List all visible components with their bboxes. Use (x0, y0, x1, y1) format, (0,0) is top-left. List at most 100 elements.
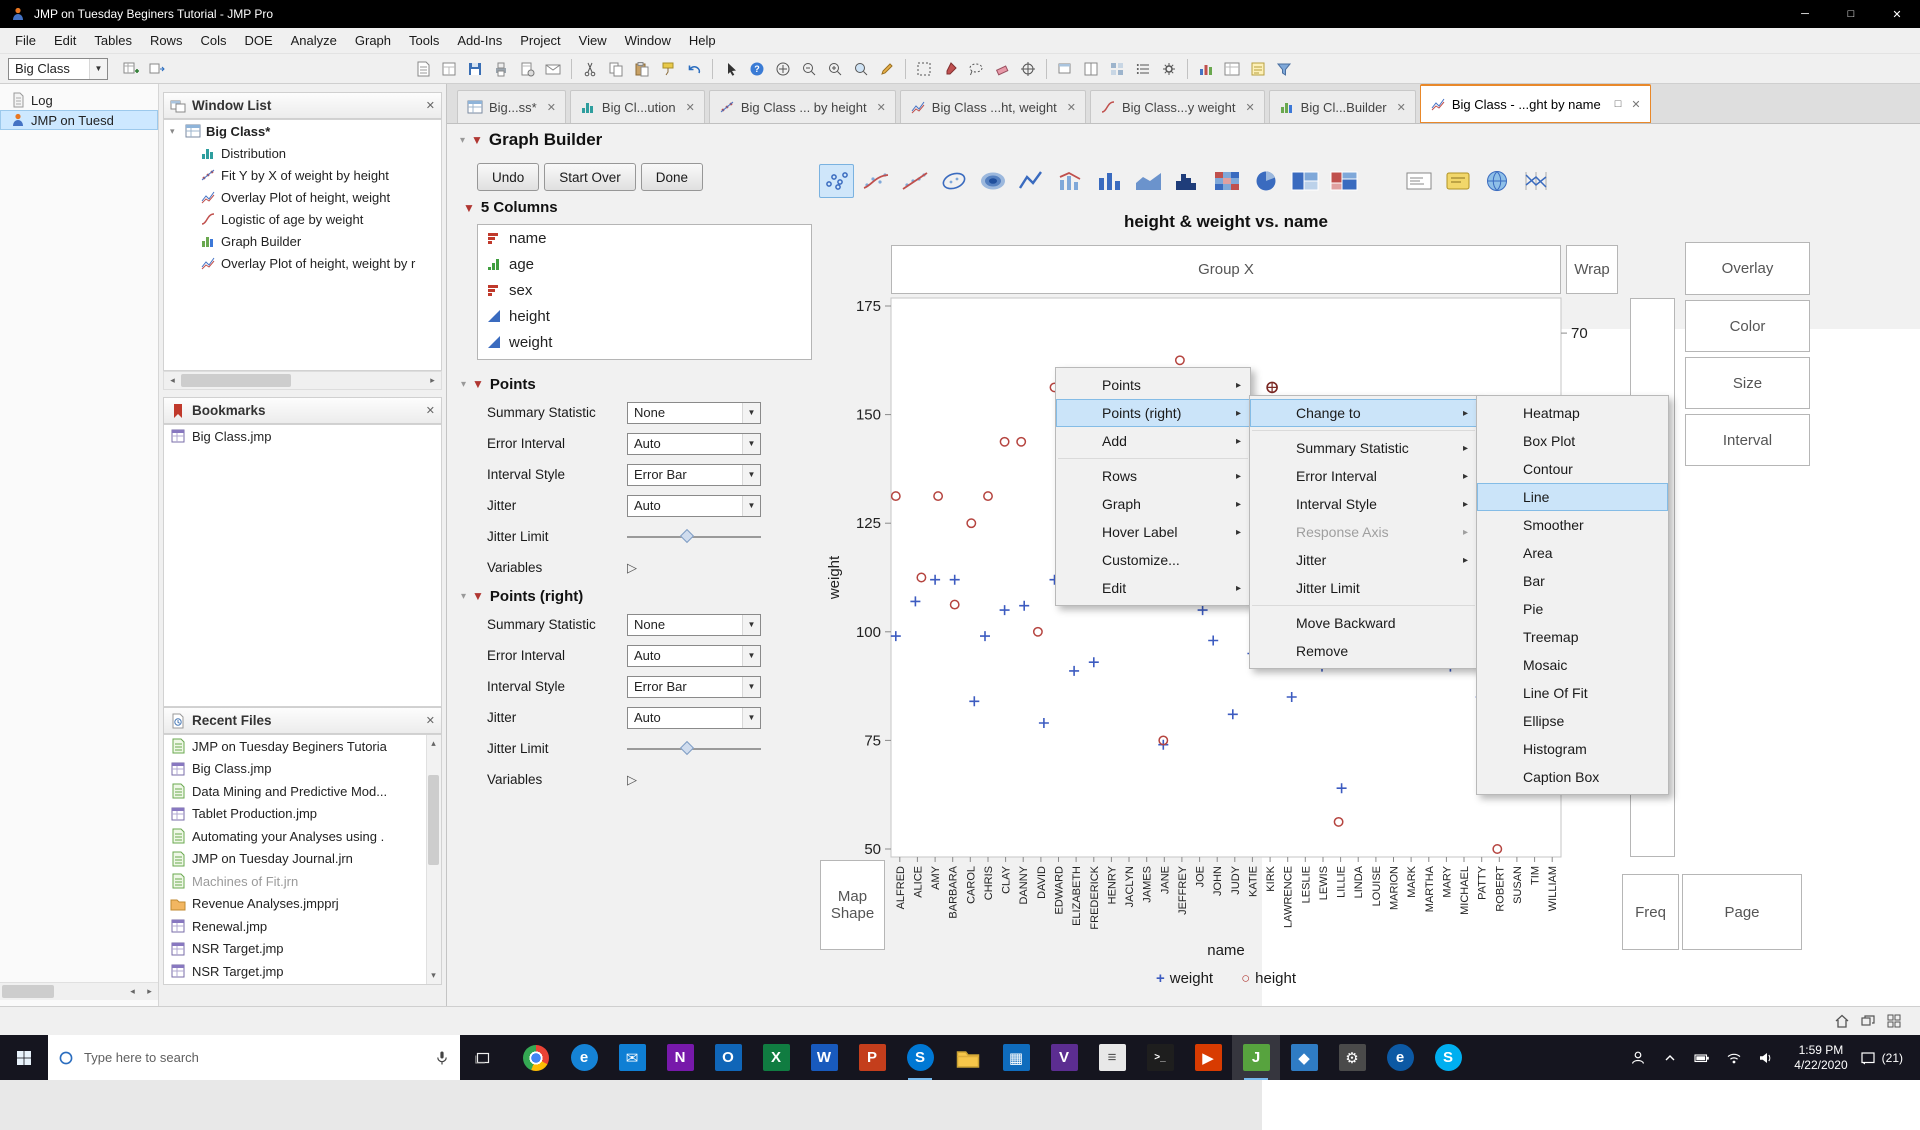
menu-graph[interactable]: Graph (346, 28, 400, 53)
taskbar-app-paint[interactable]: ◆ (1280, 1035, 1328, 1080)
table-view-button[interactable] (1220, 57, 1244, 81)
taskbar-app-word[interactable]: W (800, 1035, 848, 1080)
close-button[interactable]: ✕ (1874, 0, 1920, 28)
column-name[interactable]: name (478, 225, 811, 251)
menu-item-change-to[interactable]: Change to ▸ (1250, 399, 1477, 427)
chart-button[interactable] (1194, 57, 1218, 81)
red-triangle-menu-icon[interactable]: ▼ (472, 589, 484, 603)
scroll-left-icon[interactable]: ◂ (124, 983, 141, 1000)
close-icon[interactable]: ✕ (686, 101, 695, 114)
palette-points[interactable] (819, 164, 854, 198)
journal-button[interactable] (411, 57, 435, 81)
taskbar-app-media-player[interactable]: ▶ (1184, 1035, 1232, 1080)
menu-item-mosaic[interactable]: Mosaic (1477, 651, 1668, 679)
undo-button[interactable]: Undo (477, 163, 540, 191)
zone-page[interactable]: Page (1682, 874, 1802, 950)
menu-item-customize[interactable]: Customize... (1056, 546, 1250, 574)
taskbar-clock[interactable]: 1:59 PM 4/22/2020 (1782, 1043, 1859, 1073)
zone-freq[interactable]: Freq (1622, 874, 1679, 950)
taskbar-search[interactable]: Type here to search (48, 1035, 460, 1080)
scrollbar-thumb[interactable] (181, 374, 291, 387)
split-button[interactable] (1079, 57, 1103, 81)
layout-grid-icon[interactable] (1886, 1013, 1902, 1029)
red-triangle-menu-icon[interactable]: ▼ (471, 133, 483, 147)
add-rows-button[interactable] (119, 57, 143, 81)
crosshair-button[interactable] (1016, 57, 1040, 81)
window-list-item-distribution[interactable]: Distribution (164, 142, 441, 164)
taskbar-app-settings[interactable]: ⚙ (1328, 1035, 1376, 1080)
summary-statistic-select[interactable]: None ▼ (627, 401, 761, 424)
menu-help[interactable]: Help (680, 28, 725, 53)
palette-area[interactable] (1131, 164, 1166, 198)
matrix-button[interactable] (1105, 57, 1129, 81)
menu-add-ins[interactable]: Add-Ins (448, 28, 511, 53)
menu-item-remove[interactable]: Remove (1250, 637, 1477, 665)
scroll-down-icon[interactable]: ▾ (425, 967, 441, 984)
zoom-out-button[interactable] (797, 57, 821, 81)
menu-item-contour[interactable]: Contour (1477, 455, 1668, 483)
minimize-button[interactable]: ─ (1782, 0, 1828, 28)
taskbar-app-chrome[interactable] (512, 1035, 560, 1080)
close-icon[interactable]: ✕ (877, 101, 886, 114)
menu-item-pie[interactable]: Pie (1477, 595, 1668, 623)
disclosure-icon[interactable]: ▾ (461, 379, 466, 390)
expander-icon[interactable]: ▷ (627, 560, 637, 576)
menu-item-hover-label[interactable]: Hover Label ▸ (1056, 518, 1250, 546)
slider-thumb[interactable] (680, 740, 695, 755)
palette-caption-box[interactable] (1401, 164, 1436, 198)
network-icon[interactable] (1718, 1050, 1750, 1066)
chevron-up-icon[interactable] (1654, 1050, 1686, 1066)
recent-file-machines-of-fit-jrn[interactable]: Machines of Fit.jrn (164, 870, 441, 893)
recent-file-data-mining-and-predictive-mod[interactable]: Data Mining and Predictive Mod... (164, 780, 441, 803)
menu-item-line[interactable]: Line (1477, 483, 1668, 511)
palette-line-of-fit[interactable] (897, 164, 932, 198)
recent-file-nsr-target-jmp[interactable]: NSR Target.jmp (164, 960, 441, 983)
taskbar-app-skype[interactable]: S (896, 1035, 944, 1080)
palette-bar[interactable] (1092, 164, 1127, 198)
menu-item-heatmap[interactable]: Heatmap (1477, 399, 1668, 427)
recent-file-revenue-analyses-jmpprj[interactable]: Revenue Analyses.jmpprj (164, 893, 441, 916)
copy-button[interactable] (604, 57, 628, 81)
palette-line[interactable] (1014, 164, 1049, 198)
tab-big-cl-ution[interactable]: Big Cl...ution ✕ (569, 90, 705, 123)
taskbar-app-skype-business[interactable]: S (1424, 1035, 1472, 1080)
menu-item-add[interactable]: Add ▸ (1056, 427, 1250, 455)
home-icon[interactable] (1834, 1013, 1850, 1029)
undo-button[interactable] (682, 57, 706, 81)
menu-item-move-backward[interactable]: Move Backward (1250, 609, 1477, 637)
zone-color[interactable]: Color (1685, 300, 1810, 352)
palette-heatmap[interactable] (1209, 164, 1244, 198)
tab-big-cl-builder[interactable]: Big Cl...Builder ✕ (1268, 90, 1416, 123)
taskbar-app-excel[interactable]: X (752, 1035, 800, 1080)
cut-button[interactable] (578, 57, 602, 81)
page-setup-button[interactable] (515, 57, 539, 81)
gear-button[interactable] (1157, 57, 1181, 81)
volume-icon[interactable] (1750, 1050, 1782, 1066)
chevron-down-icon[interactable]: ▼ (742, 614, 760, 635)
tab-big-ss[interactable]: Big...ss* ✕ (457, 90, 566, 123)
close-icon[interactable]: ✕ (547, 101, 556, 114)
paste-button[interactable] (630, 57, 654, 81)
scrollbar-thumb[interactable] (428, 775, 439, 865)
window-list-item-fit-y-by-x-of-weight-by-height[interactable]: Fit Y by X of weight by height (164, 164, 441, 186)
taskbar-app-edge[interactable]: e (560, 1035, 608, 1080)
sidebar-item-log[interactable]: Log (0, 90, 158, 110)
scrollbar-thumb[interactable] (2, 985, 54, 998)
arrange-windows-icon[interactable] (1860, 1013, 1876, 1029)
menu-doe[interactable]: DOE (235, 28, 281, 53)
menu-item-summary-statistic[interactable]: Summary Statistic ▸ (1250, 434, 1477, 462)
menu-item-jitter[interactable]: Jitter ▸ (1250, 546, 1477, 574)
save-button[interactable] (463, 57, 487, 81)
start-over-button[interactable]: Start Over (544, 163, 636, 191)
battery-icon[interactable] (1686, 1050, 1718, 1066)
menu-item-line-of-fit[interactable]: Line Of Fit (1477, 679, 1668, 707)
window-list-scrollbar[interactable]: ◂ ▸ (163, 371, 442, 390)
zone-map-shape[interactable]: Map Shape (820, 860, 885, 950)
menu-analyze[interactable]: Analyze (282, 28, 346, 53)
menu-item-ellipse[interactable]: Ellipse (1477, 707, 1668, 735)
menu-tables[interactable]: Tables (85, 28, 141, 53)
palette-histogram[interactable] (1170, 164, 1205, 198)
red-triangle-menu-icon[interactable]: ▼ (472, 377, 484, 391)
cursor-button[interactable] (719, 57, 743, 81)
chevron-down-icon[interactable]: ▼ (742, 707, 760, 728)
